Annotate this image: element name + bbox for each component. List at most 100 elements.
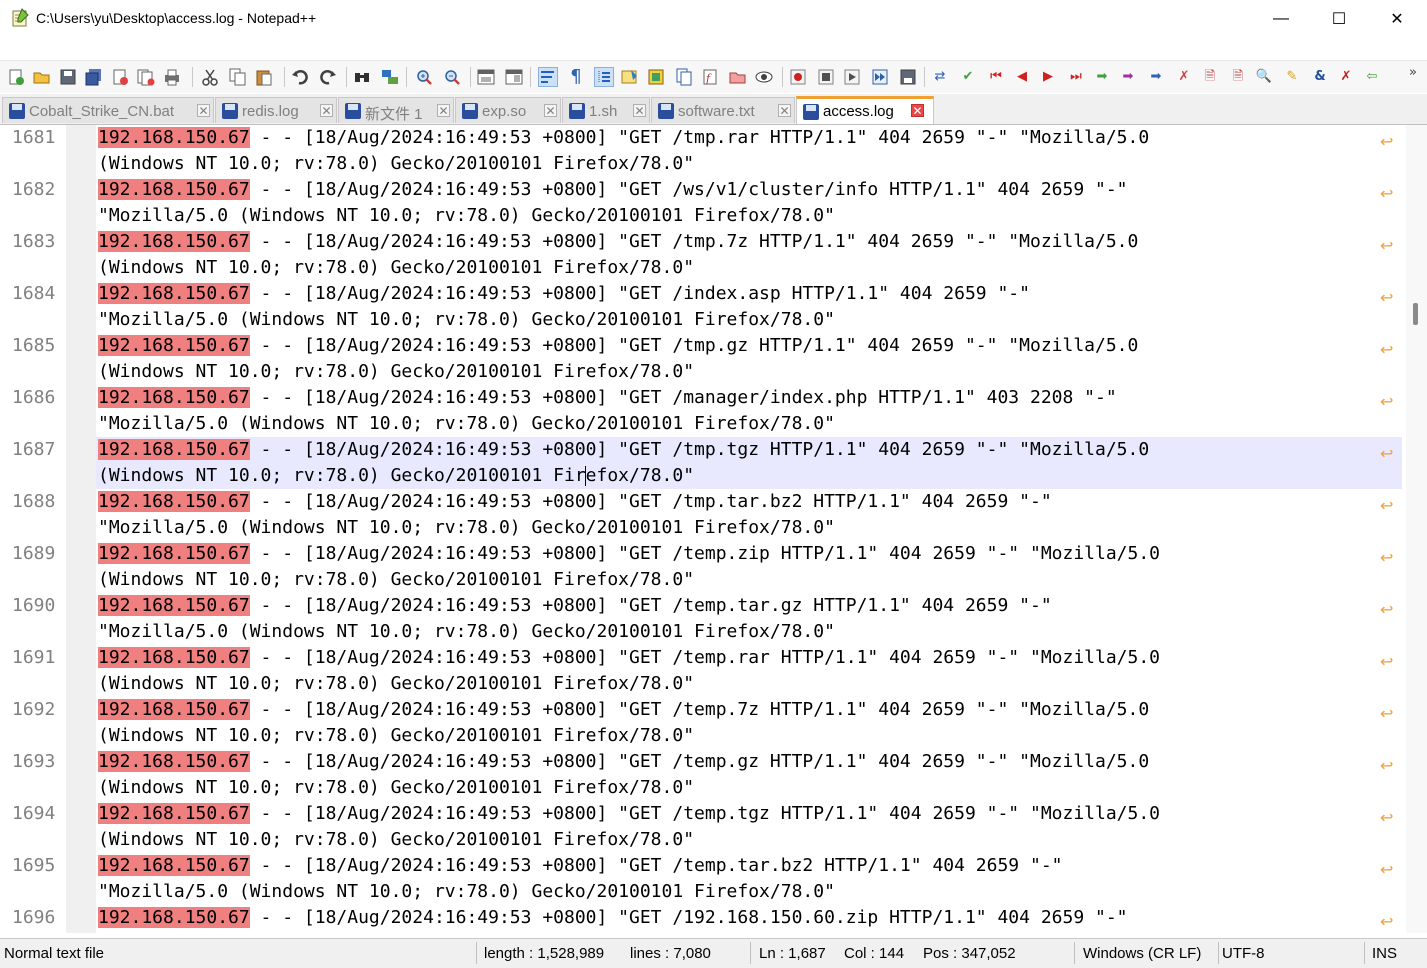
tab-cobalt-strike-cn-bat[interactable]: Cobalt_Strike_CN.bat ✕ <box>2 97 214 123</box>
zoom-in-icon[interactable] <box>414 67 434 87</box>
log-line[interactable]: 192.168.150.67 - - [18/Aug/2024:16:49:53… <box>96 645 1402 697</box>
undo-icon[interactable] <box>290 67 310 87</box>
tab-exp-so[interactable]: exp.so ✕ <box>455 97 561 123</box>
plugin-arrow-left-icon[interactable]: ⇦ <box>1362 67 1382 87</box>
log-line[interactable]: 192.168.150.67 - - [18/Aug/2024:16:49:53… <box>96 125 1402 177</box>
plugin-clear-icon[interactable]: ✗ <box>1174 67 1194 87</box>
scrollbar-thumb[interactable] <box>1413 303 1418 325</box>
run-macro-multiple-icon[interactable] <box>870 67 890 87</box>
find-icon[interactable] <box>352 67 372 87</box>
previous-icon[interactable]: ◀ <box>1012 67 1032 87</box>
plugin-purple-arrow-icon[interactable]: ➡ <box>1118 67 1138 87</box>
plugin-green-arrow-icon[interactable]: ➡ <box>1092 67 1112 87</box>
log-line[interactable]: 192.168.150.67 - - [18/Aug/2024:16:49:53… <box>96 853 1402 905</box>
log-line[interactable]: 192.168.150.67 - - [18/Aug/2024:16:49:53… <box>96 229 1402 281</box>
tab-close-icon[interactable]: ✕ <box>911 104 924 117</box>
stop-recording-icon[interactable] <box>816 67 836 87</box>
tab-close-icon[interactable]: ✕ <box>437 104 450 117</box>
user-defined-language-icon[interactable] <box>620 67 640 87</box>
wrap-symbol-icon: ↩ <box>1380 496 1394 515</box>
print-icon[interactable] <box>162 67 182 87</box>
plugin-search-doc-icon[interactable]: 🔍 <box>1254 67 1274 87</box>
first-bookmark-icon[interactable]: ⏮ <box>986 67 1006 87</box>
status-encoding[interactable]: UTF-8 <box>1222 945 1265 962</box>
log-text: - - [18/Aug/2024:16:49:53 +0800] "GET /t… <box>249 803 1161 824</box>
document-map-icon[interactable] <box>646 67 666 87</box>
log-line[interactable]: 192.168.150.67 - - [18/Aug/2024:16:49:53… <box>96 489 1402 541</box>
tab-close-icon[interactable]: ✕ <box>320 104 333 117</box>
tab-software-txt[interactable]: software.txt ✕ <box>651 97 795 123</box>
close-all-icon[interactable] <box>136 67 156 87</box>
playback-icon[interactable] <box>842 67 862 87</box>
copy-icon[interactable] <box>228 67 248 87</box>
word-wrap-icon[interactable] <box>538 67 558 87</box>
open-file-icon[interactable] <box>32 67 52 87</box>
show-all-characters-icon[interactable]: ¶ <box>566 67 586 87</box>
plugin-ampersand-icon[interactable]: & <box>1310 67 1330 87</box>
close-file-icon[interactable] <box>110 67 130 87</box>
new-file-icon[interactable] <box>6 67 26 87</box>
ip-highlight: 192.168.150.67 <box>98 231 250 252</box>
status-insert-mode[interactable]: INS <box>1372 945 1397 962</box>
document-list-icon[interactable] <box>674 67 694 87</box>
plugin-blue-arrow-icon[interactable]: ➡ <box>1146 67 1166 87</box>
folder-as-workspace-icon[interactable] <box>728 67 748 87</box>
tab-close-icon[interactable]: ✕ <box>633 104 646 117</box>
tab-redis-log[interactable]: redis.log ✕ <box>215 97 337 123</box>
plugin-doc-icon[interactable]: 🗎 <box>1200 67 1220 87</box>
plugin-check-icon[interactable]: ✔ <box>958 67 978 87</box>
log-line[interactable]: 192.168.150.67 - - [18/Aug/2024:16:49:53… <box>96 593 1402 645</box>
sync-vertical-icon[interactable] <box>476 67 496 87</box>
tab-close-icon[interactable]: ✕ <box>778 104 791 117</box>
tab-access-log[interactable]: access.log ✕ <box>796 96 934 124</box>
indent-guide-icon[interactable] <box>594 67 614 87</box>
redo-icon[interactable] <box>318 67 338 87</box>
vertical-scrollbar[interactable] <box>1406 125 1427 933</box>
log-line[interactable]: 192.168.150.67 - - [18/Aug/2024:16:49:53… <box>96 697 1402 749</box>
save-icon[interactable] <box>58 67 78 87</box>
maximize-button[interactable]: ☐ <box>1310 0 1368 38</box>
log-line-wrapped-row: "Mozilla/5.0 (Windows NT 10.0; rv:78.0) … <box>98 205 835 226</box>
monitoring-icon[interactable] <box>754 67 774 87</box>
plugin-edit-icon[interactable]: ✎ <box>1282 67 1302 87</box>
save-all-icon[interactable] <box>84 67 104 87</box>
tab-close-icon[interactable]: ✕ <box>544 104 557 117</box>
editor-pane[interactable]: 1681 1682 1683 1684 1685 1686 1687 1688 1689 1690… <box>2 125 1406 933</box>
plugin-sync-icon[interactable]: ⇄ <box>930 67 950 87</box>
zoom-out-icon[interactable] <box>442 67 462 87</box>
next-icon[interactable]: ▶ <box>1038 67 1058 87</box>
plugin-doc2-icon[interactable]: 🗎 <box>1228 67 1248 87</box>
text-area[interactable]: 192.168.150.67 - - [18/Aug/2024:16:49:53… <box>96 125 1406 933</box>
log-line[interactable]: 192.168.150.67 - - [18/Aug/2024:16:49:53… <box>96 281 1402 333</box>
close-window-button[interactable]: ✕ <box>1368 0 1426 38</box>
cut-icon[interactable] <box>200 67 220 87</box>
minimize-button[interactable]: — <box>1252 0 1310 38</box>
log-line[interactable]: 192.168.150.67 - - [18/Aug/2024:16:49:53… <box>96 177 1402 229</box>
replace-icon[interactable] <box>380 67 400 87</box>
log-line[interactable]: 192.168.150.67 - - [18/Aug/2024:16:49:53… <box>96 437 1402 489</box>
log-line[interactable]: 192.168.150.67 - - [18/Aug/2024:16:49:53… <box>96 801 1402 853</box>
status-eol[interactable]: Windows (CR LF) <box>1083 945 1201 962</box>
log-text: (Windows NT 10.0; rv:78.0) Gecko/2010010… <box>98 465 586 486</box>
function-list-icon[interactable]: f <box>700 67 720 87</box>
record-macro-icon[interactable] <box>788 67 808 87</box>
file-tab-icon <box>345 103 361 119</box>
tab-new-file-1[interactable]: 新文件 1 ✕ <box>338 97 454 123</box>
log-line[interactable]: 192.168.150.67 - - [18/Aug/2024:16:49:53… <box>96 385 1402 437</box>
fold-margin[interactable] <box>66 125 96 933</box>
tab-1-sh[interactable]: 1.sh ✕ <box>562 97 650 123</box>
log-line[interactable]: 192.168.150.67 - - [18/Aug/2024:16:49:53… <box>96 541 1402 593</box>
log-line[interactable]: 192.168.150.67 - - [18/Aug/2024:16:49:53… <box>96 333 1402 385</box>
toolbar-overflow-button[interactable]: » <box>1404 63 1422 83</box>
log-line[interactable]: 192.168.150.67 - - [18/Aug/2024:16:49:53… <box>96 749 1402 801</box>
log-line[interactable]: 192.168.150.67 - - [18/Aug/2024:16:49:53… <box>96 905 1402 933</box>
sync-horizontal-icon[interactable] <box>504 67 524 87</box>
paste-icon[interactable] <box>254 67 274 87</box>
ip-highlight: 192.168.150.67 <box>98 595 250 616</box>
tab-label: software.txt <box>678 103 755 120</box>
plugin-remove-icon[interactable]: ✗ <box>1336 67 1356 87</box>
last-bookmark-icon[interactable]: ⏭ <box>1066 67 1086 87</box>
save-macro-icon[interactable] <box>898 67 918 87</box>
log-line-wrapped-row: (Windows NT 10.0; rv:78.0) Gecko/2010010… <box>98 361 695 382</box>
tab-close-icon[interactable]: ✕ <box>197 104 210 117</box>
